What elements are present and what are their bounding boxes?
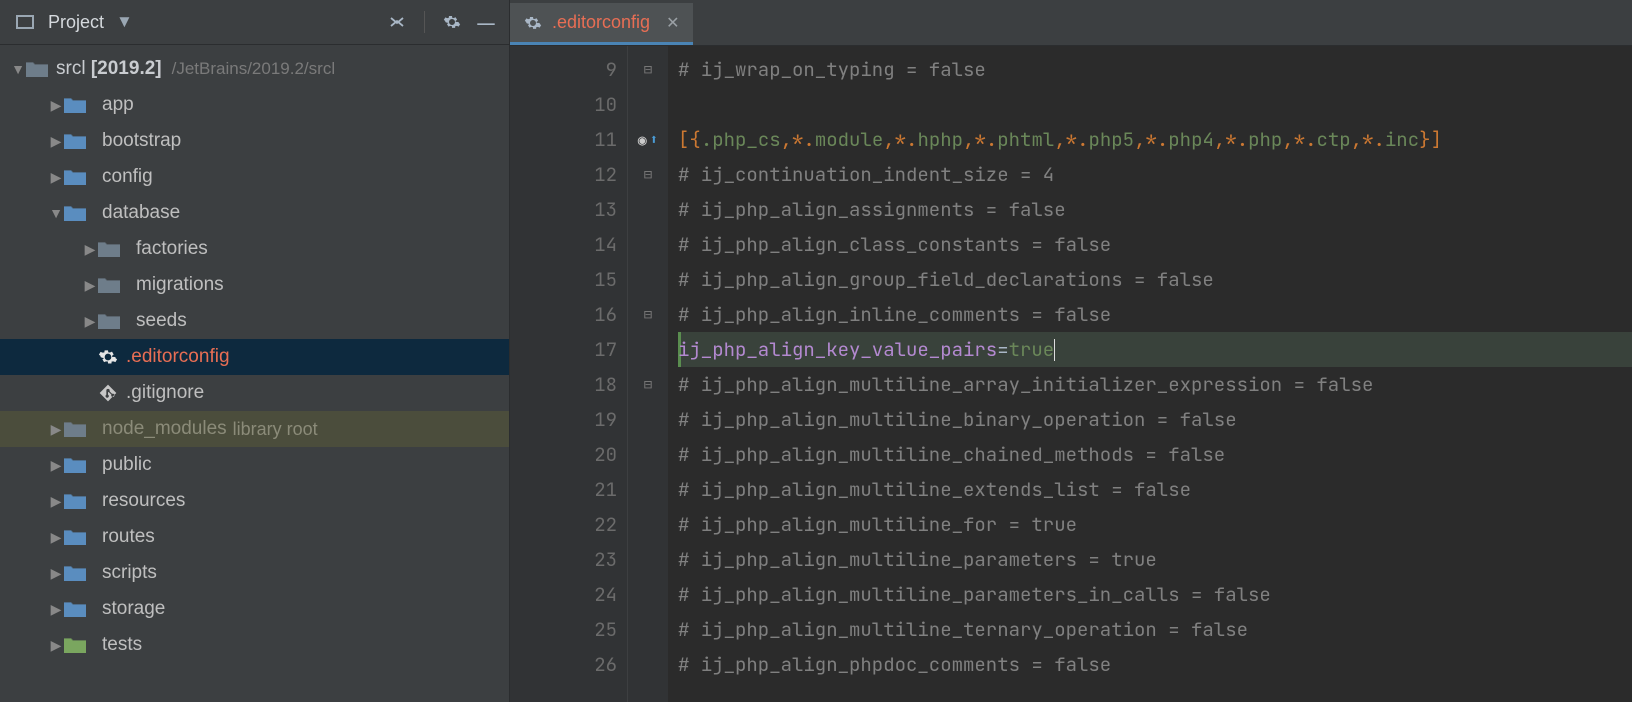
fold-icon[interactable]: ⊟: [644, 166, 652, 184]
project-icon: [16, 15, 34, 29]
code-line[interactable]: # ij_php_align_assignments = false: [678, 192, 1632, 227]
gear-icon[interactable]: [439, 9, 465, 35]
close-icon[interactable]: ✕: [666, 13, 679, 33]
fold-icon[interactable]: ⊟: [644, 376, 652, 394]
tree-item-migrations[interactable]: ▶migrations: [0, 267, 509, 303]
tree-item-database[interactable]: ▼database: [0, 195, 509, 231]
code-lines[interactable]: # ij_wrap_on_typing = false [{.php_cs,*.m…: [668, 46, 1632, 702]
code-area: 91011121314151617181920212223242526 ⊟◉⬆⊟…: [510, 46, 1632, 702]
tree-item-scripts[interactable]: ▶scripts: [0, 555, 509, 591]
collapse-all-icon[interactable]: [384, 9, 410, 35]
code-line[interactable]: # ij_php_align_group_field_declarations …: [678, 262, 1632, 297]
project-header: Project ▼ －: [0, 0, 509, 45]
code-line[interactable]: # ij_wrap_on_typing = false: [678, 52, 1632, 87]
tree-item-config[interactable]: ▶config: [0, 159, 509, 195]
tab-label: .editorconfig: [552, 12, 650, 33]
tree-item-seeds[interactable]: ▶seeds: [0, 303, 509, 339]
tree-item-public[interactable]: ▶public: [0, 447, 509, 483]
tree-item-gitignore[interactable]: .gitignore: [0, 375, 509, 411]
tree-item-app[interactable]: ▶app: [0, 87, 509, 123]
override-icon[interactable]: ⬆: [650, 131, 658, 149]
dropdown-icon[interactable]: ▼: [116, 12, 133, 32]
fold-icon[interactable]: ⊟: [644, 306, 652, 324]
project-sidebar: Project ▼ － ▼srcl [2019.2]/JetBrains/201…: [0, 0, 510, 702]
hide-icon[interactable]: －: [473, 9, 499, 35]
tree-root[interactable]: ▼srcl [2019.2]/JetBrains/2019.2/srcl: [0, 51, 509, 87]
code-line[interactable]: # ij_php_align_multiline_ternary_operati…: [678, 612, 1632, 647]
tree-item-editorconfig[interactable]: .editorconfig: [0, 339, 509, 375]
tree-item-routes[interactable]: ▶routes: [0, 519, 509, 555]
code-line[interactable]: # ij_continuation_indent_size = 4: [678, 157, 1632, 192]
code-line[interactable]: [678, 87, 1632, 122]
line-gutter[interactable]: 91011121314151617181920212223242526: [510, 46, 628, 702]
eye-icon[interactable]: ◉: [638, 130, 647, 150]
tree-item-nodemodules[interactable]: ▶node_moduleslibrary root: [0, 411, 509, 447]
code-line[interactable]: # ij_php_align_inline_comments = false: [678, 297, 1632, 332]
code-line[interactable]: # ij_php_align_multiline_extends_list = …: [678, 472, 1632, 507]
tab-bar: .editorconfig ✕: [510, 0, 1632, 46]
tree-item-bootstrap[interactable]: ▶bootstrap: [0, 123, 509, 159]
gear-icon: [524, 14, 542, 32]
project-title[interactable]: Project: [48, 12, 104, 33]
code-line[interactable]: # ij_php_align_class_constants = false: [678, 227, 1632, 262]
editor-pane: .editorconfig ✕ 910111213141516171819202…: [510, 0, 1632, 702]
tree-item-factories[interactable]: ▶factories: [0, 231, 509, 267]
code-line[interactable]: # ij_php_align_multiline_chained_methods…: [678, 437, 1632, 472]
code-line[interactable]: ij_php_align_key_value_pairs = true: [678, 332, 1632, 367]
fold-icon[interactable]: ⊟: [644, 61, 652, 79]
tree-item-tests[interactable]: ▶tests: [0, 627, 509, 663]
gutter-icons[interactable]: ⊟ ◉⬆ ⊟ ⊟ ⊟: [628, 46, 668, 702]
code-line[interactable]: # ij_php_align_multiline_parameters = tr…: [678, 542, 1632, 577]
code-line[interactable]: # ij_php_align_multiline_parameters_in_c…: [678, 577, 1632, 612]
code-line[interactable]: # ij_php_align_multiline_array_initializ…: [678, 367, 1632, 402]
project-tree[interactable]: ▼srcl [2019.2]/JetBrains/2019.2/srcl▶app…: [0, 45, 509, 702]
code-line[interactable]: # ij_php_align_phpdoc_comments = false: [678, 647, 1632, 682]
tree-item-storage[interactable]: ▶storage: [0, 591, 509, 627]
tab-editorconfig[interactable]: .editorconfig ✕: [510, 3, 693, 45]
code-line[interactable]: # ij_php_align_multiline_for = true: [678, 507, 1632, 542]
code-line[interactable]: # ij_php_align_multiline_binary_operatio…: [678, 402, 1632, 437]
code-line[interactable]: [{.php_cs,*.module,*.hphp,*.phtml,*.php5…: [678, 122, 1632, 157]
tree-item-resources[interactable]: ▶resources: [0, 483, 509, 519]
